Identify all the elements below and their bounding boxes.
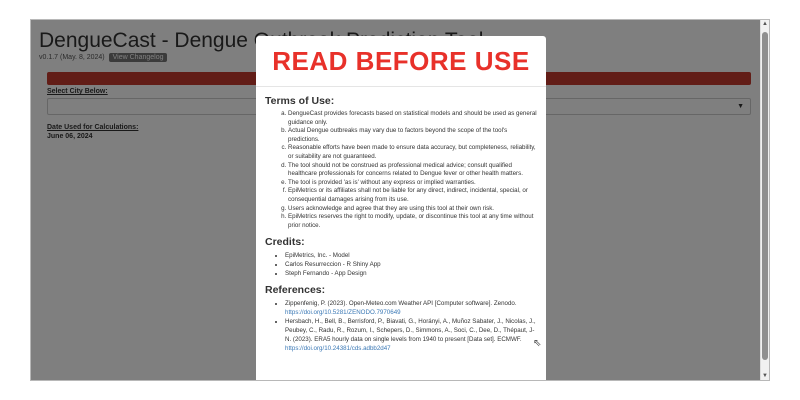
terms-item: Users acknowledge and agree that they ar…: [288, 205, 537, 214]
credits-list: EpiMetrics, Inc. - Model Carlos Resurrec…: [265, 251, 537, 278]
disclaimer-modal: READ BEFORE USE Terms of Use: DengueCast…: [256, 36, 546, 380]
credits-item: Steph Fernando - App Design: [285, 269, 537, 278]
references-list: Zippenfenig, P. (2023). Open-Meteo.com W…: [265, 299, 537, 353]
references-heading: References:: [265, 284, 326, 297]
reference-item: Hersbach, H., Bell, B., Berrisford, P., …: [285, 317, 537, 353]
terms-item: Actual Dengue outbreaks may vary due to …: [288, 127, 537, 144]
scroll-down-icon[interactable]: ▼: [762, 373, 768, 379]
reference-link[interactable]: https://doi.org/10.5281/ZENODO.7970649: [285, 309, 401, 316]
terms-item: EpiMetrics or its affiliates shall not b…: [288, 187, 537, 204]
modal-body[interactable]: Terms of Use: DengueCast provides foreca…: [265, 87, 537, 353]
terms-item: DengueCast provides forecasts based on s…: [288, 110, 537, 127]
reference-text: Hersbach, H., Bell, B., Berrisford, P., …: [285, 318, 536, 344]
terms-item: Reasonable efforts have been made to ens…: [288, 144, 537, 161]
scrollbar-thumb[interactable]: [762, 32, 768, 360]
modal-title: READ BEFORE USE: [272, 46, 530, 76]
reference-text: Zippenfenig, P. (2023). Open-Meteo.com W…: [285, 300, 517, 308]
terms-item: EpiMetrics reserves the right to modify,…: [288, 213, 537, 230]
credits-heading: Credits:: [265, 236, 305, 249]
terms-heading: Terms of Use:: [265, 95, 335, 107]
terms-list: DengueCast provides forecasts based on s…: [265, 110, 537, 230]
reference-item: Zippenfenig, P. (2023). Open-Meteo.com W…: [285, 299, 537, 317]
credits-item: EpiMetrics, Inc. - Model: [285, 251, 537, 260]
mouse-pointer-icon: ⇖: [533, 338, 542, 349]
scroll-up-icon[interactable]: ▲: [762, 21, 768, 27]
browser-viewport: DengueCast - Dengue Outbreak Prediction …: [30, 19, 770, 381]
terms-item: The tool should not be construed as prof…: [288, 162, 537, 179]
page-scrollbar[interactable]: ▲ ▼: [760, 20, 769, 380]
credits-item: Carlos Resurreccion - R Shiny App: [285, 260, 537, 269]
reference-link[interactable]: https://doi.org/10.24381/cds.adbb2d47: [285, 345, 391, 352]
terms-item: The tool is provided 'as is' without any…: [288, 179, 537, 188]
